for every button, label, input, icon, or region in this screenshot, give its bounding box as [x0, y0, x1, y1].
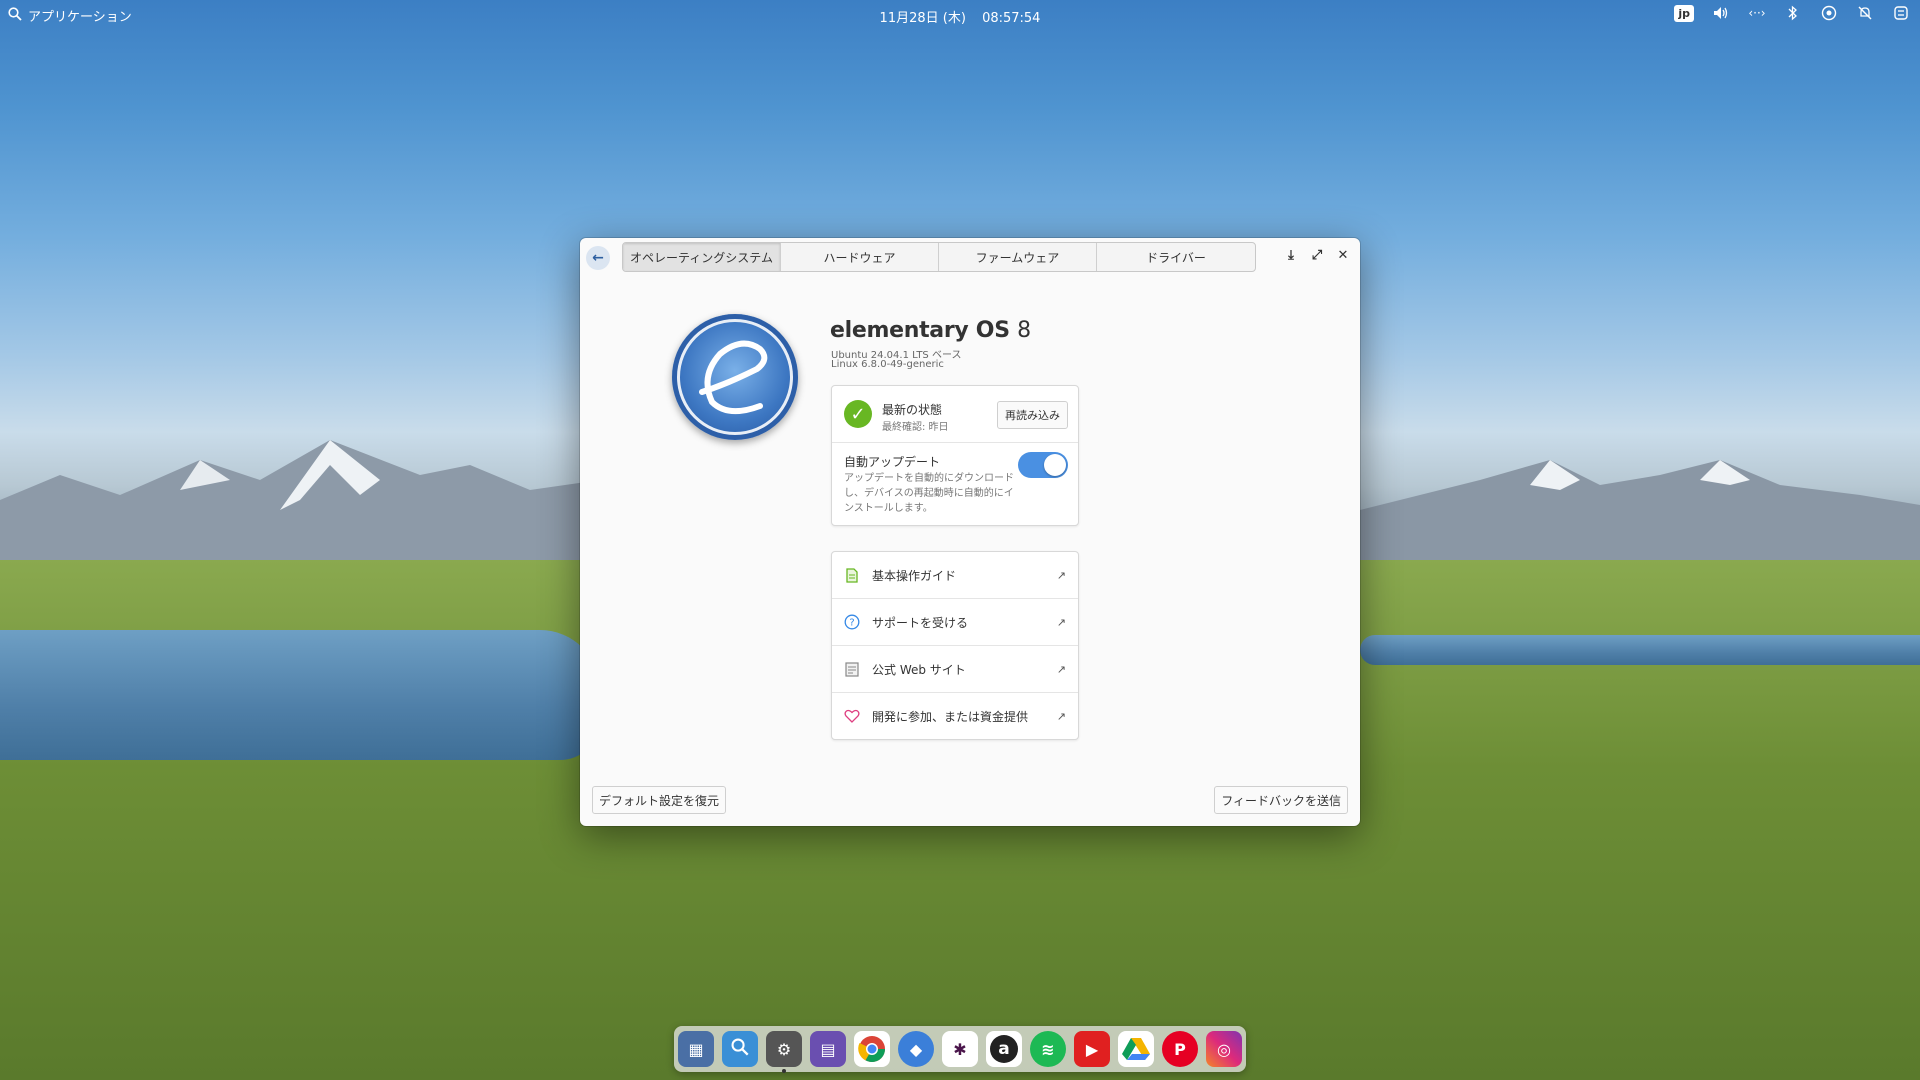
toggle-knob — [1044, 454, 1066, 476]
window-titlebar: ← オペレーティングシステム ハードウェア ファームウェア ドライバー ⤓ ⤢ … — [580, 238, 1360, 276]
dock-amazon[interactable]: a — [986, 1031, 1022, 1067]
website-icon — [844, 661, 860, 677]
dock-instagram[interactable]: ◎ — [1206, 1031, 1242, 1067]
link-label: 公式 Web サイト — [872, 662, 966, 677]
update-status-row: ✓ 最新の状態 最終確認: 昨日 再読み込み — [832, 386, 1078, 443]
os-name: elementary OS — [830, 318, 1010, 343]
dock-slack[interactable]: ✱ — [942, 1031, 978, 1067]
keyboard-layout-indicator[interactable]: jp — [1674, 4, 1694, 22]
close-icon[interactable]: ✕ — [1336, 248, 1350, 263]
dock-files[interactable] — [722, 1031, 758, 1067]
link-user-guide[interactable]: 基本操作ガイド ↗ — [832, 552, 1078, 599]
dock-spotify[interactable]: ≋ — [1030, 1031, 1066, 1067]
maximize-icon[interactable]: ⤢ — [1310, 248, 1324, 263]
link-label: 開発に参加、または資金提供 — [872, 709, 1029, 724]
back-button[interactable]: ← — [586, 246, 610, 270]
download-icon[interactable]: ⤓ — [1284, 248, 1298, 263]
dock-web-browser[interactable]: ◆ — [898, 1031, 934, 1067]
link-label: 基本操作ガイド — [872, 568, 957, 583]
link-contribute[interactable]: 開発に参加、または資金提供 ↗ — [832, 693, 1078, 739]
network-wired-icon[interactable]: ‹··› — [1748, 4, 1766, 22]
dock: ▦ ⚙ ▤ ◆ ✱ a ≋ ▶ P ◎ — [674, 1026, 1246, 1073]
external-link-icon: ↗ — [1056, 568, 1066, 582]
top-panel: アプリケーション 11月28日 (木) 08:57:54 jp ‹··› — [0, 0, 1920, 30]
night-light-icon[interactable] — [1820, 4, 1838, 22]
arrow-left-icon: ← — [592, 250, 604, 266]
chrome-icon — [858, 1036, 886, 1063]
notifications-off-icon[interactable] — [1856, 4, 1874, 22]
svg-text:?: ? — [849, 618, 854, 629]
external-link-icon: ↗ — [1056, 615, 1066, 629]
dock-pinterest[interactable]: P — [1162, 1031, 1198, 1067]
datetime-indicator[interactable]: 11月28日 (木) 08:57:54 — [0, 7, 1920, 26]
update-status-subtitle: 最終確認: 昨日 — [882, 422, 949, 433]
document-icon — [844, 567, 860, 583]
tab-operating-system[interactable]: オペレーティングシステム — [623, 243, 781, 271]
tab-firmware[interactable]: ファームウェア — [939, 243, 1097, 271]
background-lake-left — [0, 630, 600, 760]
bluetooth-icon[interactable] — [1784, 4, 1802, 22]
dock-google-drive[interactable] — [1118, 1031, 1154, 1067]
tab-drivers[interactable]: ドライバー — [1097, 243, 1255, 271]
updates-card: ✓ 最新の状態 最終確認: 昨日 再読み込み 自動アップデート アップデートを自… — [831, 385, 1079, 526]
os-title: elementary OS 8 — [830, 318, 1031, 343]
appcenter-icon: ▤ — [820, 1039, 836, 1059]
send-feedback-button[interactable]: フィードバックを送信 — [1214, 786, 1348, 814]
os-version: 8 — [1017, 318, 1031, 343]
external-link-icon: ↗ — [1056, 662, 1066, 676]
link-get-support[interactable]: ? サポートを受ける ↗ — [832, 599, 1078, 646]
slack-icon: ✱ — [953, 1039, 967, 1059]
google-drive-icon — [1122, 1038, 1150, 1060]
multitasking-icon: ▦ — [688, 1039, 704, 1059]
files-icon — [731, 1038, 749, 1060]
dock-system-settings[interactable]: ⚙ — [766, 1031, 802, 1073]
heart-icon — [844, 708, 860, 724]
tab-hardware[interactable]: ハードウェア — [781, 243, 939, 271]
auto-update-row: 自動アップデート アップデートを自動的にダウンロードし、デバイスの再起動時に自動… — [832, 443, 1078, 525]
volume-icon[interactable] — [1712, 4, 1730, 22]
session-icon[interactable] — [1892, 4, 1910, 22]
external-link-icon: ↗ — [1056, 709, 1066, 723]
elementary-logo — [672, 314, 798, 440]
link-label: サポートを受ける — [872, 615, 969, 630]
youtube-icon: ▶ — [1085, 1039, 1099, 1059]
instagram-icon: ◎ — [1217, 1039, 1231, 1059]
reload-button[interactable]: 再読み込み — [997, 401, 1068, 429]
system-tray: jp ‹··› — [1674, 4, 1910, 22]
background-lake-right — [1360, 635, 1920, 665]
date-label: 11月28日 (木) — [879, 11, 966, 26]
os-kernel: Linux 6.8.0-49-generic — [831, 359, 944, 370]
dock-youtube[interactable]: ▶ — [1074, 1031, 1110, 1067]
background-mountains-left — [0, 420, 600, 580]
running-indicator — [782, 1069, 786, 1073]
pinterest-icon: P — [1174, 1039, 1186, 1059]
update-status-title: 最新の状態 — [882, 403, 943, 417]
check-icon: ✓ — [844, 400, 872, 428]
restore-defaults-button[interactable]: デフォルト設定を復元 — [592, 786, 727, 814]
shield-icon: ◆ — [909, 1039, 923, 1059]
gear-icon: ⚙ — [776, 1039, 792, 1059]
auto-update-description: アップデートを自動的にダウンロードし、デバイスの再起動時に自動的にインストールし… — [844, 473, 1014, 514]
dock-multitasking-view[interactable]: ▦ — [678, 1031, 714, 1067]
help-icon: ? — [844, 614, 860, 630]
amazon-icon: a — [990, 1035, 1018, 1063]
system-settings-window: ← オペレーティングシステム ハードウェア ファームウェア ドライバー ⤓ ⤢ … — [580, 238, 1360, 826]
system-tabs: オペレーティングシステム ハードウェア ファームウェア ドライバー — [622, 242, 1256, 272]
background-mountains-right — [1360, 440, 1920, 580]
link-website[interactable]: 公式 Web サイト ↗ — [832, 646, 1078, 693]
dock-appcenter[interactable]: ▤ — [810, 1031, 846, 1067]
window-controls: ⤓ ⤢ ✕ — [1284, 248, 1350, 263]
auto-update-toggle[interactable] — [1018, 452, 1068, 478]
time-label: 08:57:54 — [982, 11, 1041, 26]
spotify-icon: ≋ — [1041, 1039, 1055, 1059]
auto-update-title: 自動アップデート — [844, 455, 941, 469]
links-card: 基本操作ガイド ↗ ? サポートを受ける ↗ 公式 Web サイト ↗ 開発に参… — [831, 551, 1079, 740]
dock-chrome[interactable] — [854, 1031, 890, 1067]
